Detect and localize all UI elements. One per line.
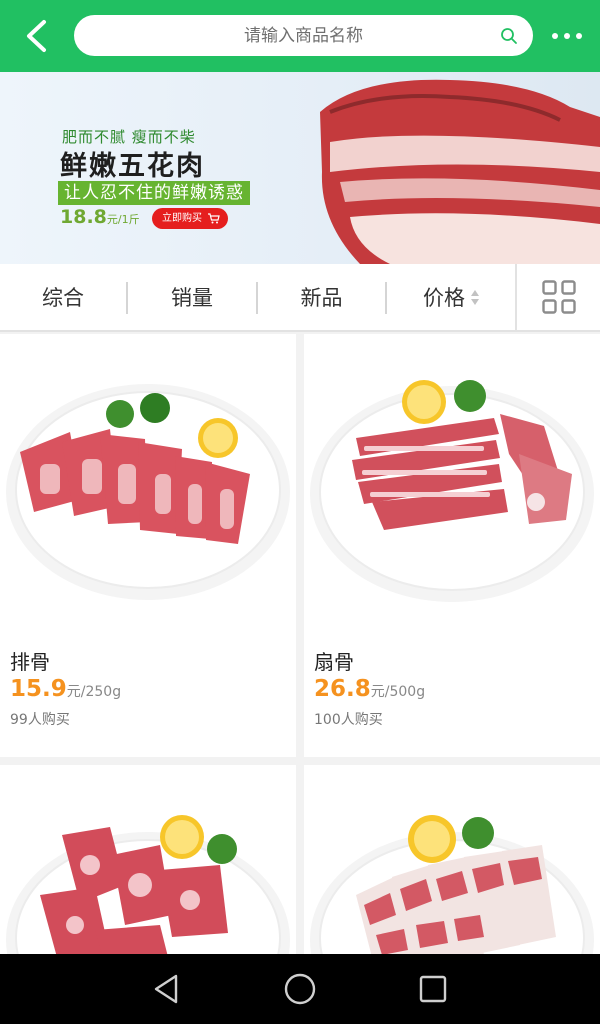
more-button[interactable] <box>545 22 589 50</box>
nav-home-icon <box>284 973 316 1005</box>
product-sales: 99人购买 <box>10 712 70 728</box>
product-name: 扇骨 <box>314 650 354 674</box>
sort-bar: 综合 销量 新品 价格 <box>0 264 600 332</box>
banner-price: 18.8元/1斤 <box>60 206 140 228</box>
nav-recents-button[interactable] <box>413 969 453 1009</box>
product-image <box>304 765 600 954</box>
grid-view-button[interactable] <box>518 264 600 330</box>
product-image <box>0 334 296 634</box>
nav-home-button[interactable] <box>280 969 320 1009</box>
product-image <box>304 334 600 634</box>
cart-icon <box>208 213 220 224</box>
sort-arrows-icon <box>471 289 479 305</box>
banner-buy-button[interactable]: 立即购买 <box>152 208 228 229</box>
sort-tab-new[interactable]: 新品 <box>258 264 385 330</box>
sort-tab-sales[interactable]: 销量 <box>128 264 256 330</box>
back-icon <box>27 20 46 52</box>
system-nav-bar <box>0 954 600 1024</box>
search-icon[interactable] <box>499 26 519 46</box>
product-image <box>0 765 296 954</box>
product-price: 26.8元/500g <box>314 676 426 702</box>
nav-recents-icon <box>419 975 447 1003</box>
product-card[interactable]: 排骨 15.9元/250g 99人购买 <box>0 334 296 757</box>
nav-back-button[interactable] <box>146 969 186 1009</box>
nav-back-icon <box>154 974 178 1004</box>
product-card[interactable] <box>0 765 296 954</box>
divider <box>515 264 517 330</box>
banner-title: 鲜嫩五花肉 <box>60 151 205 182</box>
product-name: 排骨 <box>10 650 50 674</box>
more-icon <box>552 33 558 39</box>
search-box[interactable] <box>74 15 533 56</box>
top-bar <box>0 0 600 72</box>
search-input[interactable] <box>74 15 533 56</box>
product-sales: 100人购买 <box>314 712 383 728</box>
sort-tab-price-label: 价格 <box>423 286 465 310</box>
product-card[interactable] <box>304 765 600 954</box>
product-price: 15.9元/250g <box>10 676 122 702</box>
banner-tagline: 让人忍不住的鲜嫩诱惑 <box>58 181 250 205</box>
grid-view-icon <box>542 280 576 314</box>
promo-banner[interactable]: 肥而不腻 瘦而不柴 鲜嫩五花肉 让人忍不住的鲜嫩诱惑 18.8元/1斤 立即购买 <box>0 72 600 264</box>
product-card[interactable]: 扇骨 26.8元/500g 100人购买 <box>304 334 600 757</box>
sort-tab-price[interactable]: 价格 <box>387 264 515 330</box>
back-button[interactable] <box>14 14 58 58</box>
sort-tab-general[interactable]: 综合 <box>0 264 126 330</box>
pork-belly-image <box>320 79 600 264</box>
